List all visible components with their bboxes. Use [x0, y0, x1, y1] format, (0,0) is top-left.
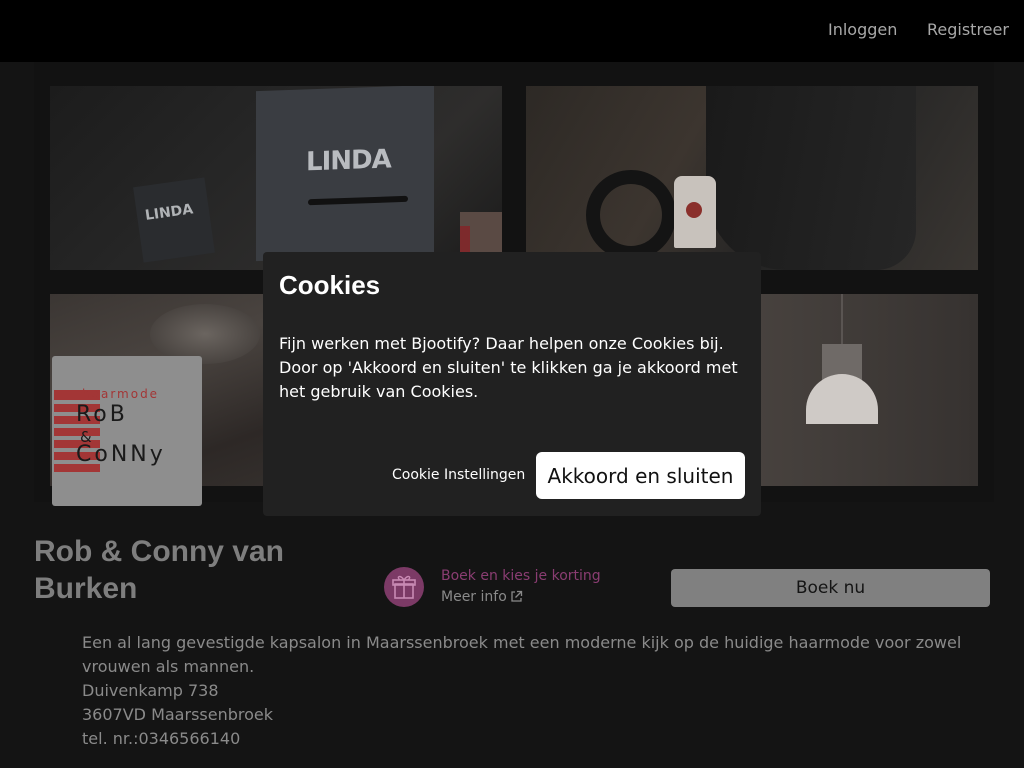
cookie-modal-text: Fijn werken met Bjootify? Daar helpen on…: [279, 334, 738, 401]
cookie-settings-button[interactable]: Cookie Instellingen: [392, 467, 525, 483]
accept-and-close-button[interactable]: Akkoord en sluiten: [536, 452, 745, 499]
cookie-modal-title: Cookies: [279, 270, 381, 300]
cookie-modal: Cookies Fijn werken met Bjootify? Daar h…: [263, 252, 761, 516]
